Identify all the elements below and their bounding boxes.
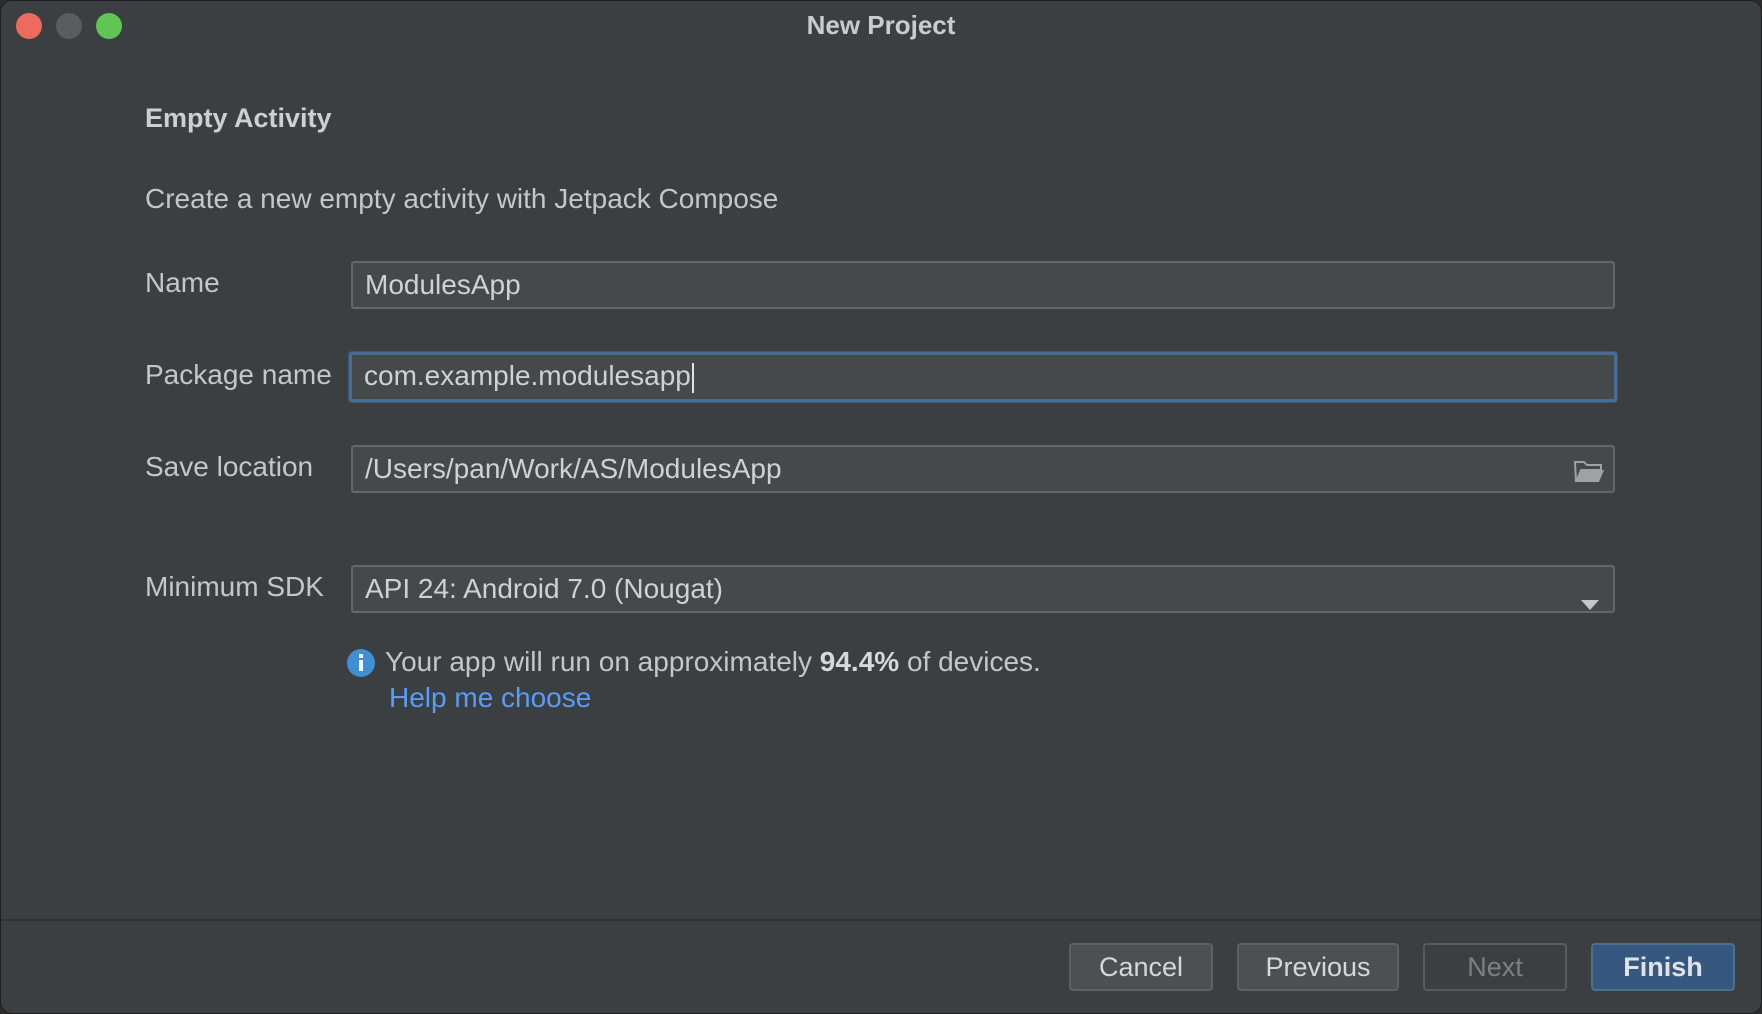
- package-name-field-value: com.example.modulesapp: [364, 360, 691, 391]
- name-field[interactable]: ModulesApp: [351, 261, 1615, 309]
- name-field-value: ModulesApp: [365, 269, 521, 300]
- info-prefix: Your app will run on approximately: [385, 646, 812, 677]
- name-label: Name: [145, 267, 220, 298]
- finish-button[interactable]: Finish: [1591, 943, 1735, 991]
- save-location-label: Save location: [145, 451, 314, 482]
- footer-divider: [1, 919, 1761, 921]
- folder-icon[interactable]: [1573, 455, 1605, 483]
- info-suffix: of devices.: [906, 646, 1041, 677]
- new-project-dialog: New Project Empty Activity Create a new …: [0, 0, 1762, 1014]
- info-icon: [346, 648, 376, 678]
- text-caret: [691, 362, 694, 393]
- section-subtitle: Create a new empty activity with Jetpack…: [145, 183, 779, 214]
- package-name-label: Package name: [145, 359, 332, 390]
- save-location-field[interactable]: /Users/pan/Work/AS/ModulesApp: [351, 445, 1615, 493]
- title-bar: New Project: [1, 1, 1761, 49]
- help-me-choose-link[interactable]: Help me choose: [389, 682, 591, 714]
- next-button[interactable]: Next: [1423, 943, 1567, 991]
- minimum-sdk-value: API 24: Android 7.0 (Nougat): [365, 573, 723, 604]
- window-title: New Project: [806, 10, 956, 40]
- save-location-field-value: /Users/pan/Work/AS/ModulesApp: [365, 453, 782, 484]
- device-coverage-info: Your app will run on approximately 94.4%…: [385, 646, 1041, 678]
- previous-button[interactable]: Previous: [1237, 943, 1399, 991]
- package-name-field[interactable]: com.example.modulesapp: [349, 352, 1617, 402]
- minimum-sdk-label: Minimum SDK: [145, 571, 324, 602]
- cancel-button[interactable]: Cancel: [1069, 943, 1213, 991]
- coverage-percent: 94.4%: [819, 646, 900, 677]
- chevron-down-icon: [1579, 582, 1601, 610]
- section-title: Empty Activity: [145, 103, 332, 133]
- minimum-sdk-select[interactable]: API 24: Android 7.0 (Nougat): [351, 565, 1615, 613]
